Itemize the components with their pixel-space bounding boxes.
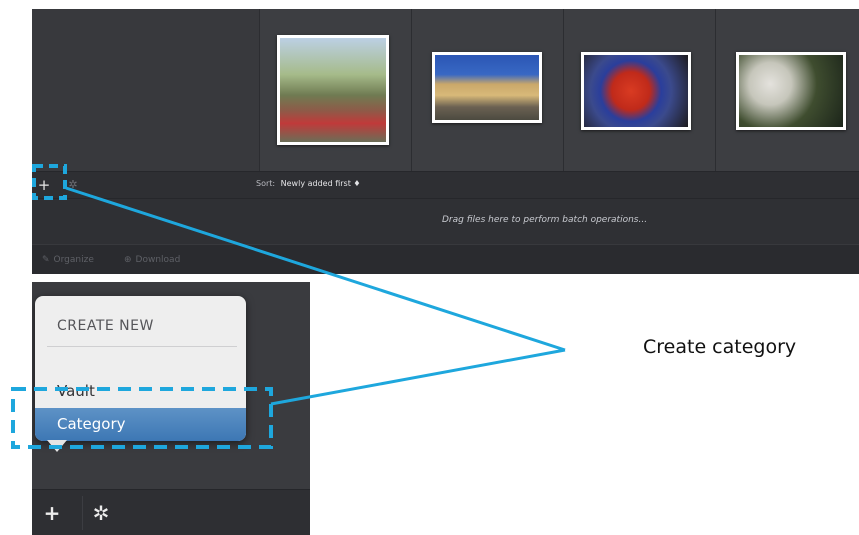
highlight-box-category-item [11,387,273,449]
annotation-overlay [11,164,566,449]
callout-line-upper [65,186,566,352]
highlight-box-add-button [32,164,67,200]
callout-label: Create category [643,336,797,358]
callout-line-lower [270,348,566,406]
